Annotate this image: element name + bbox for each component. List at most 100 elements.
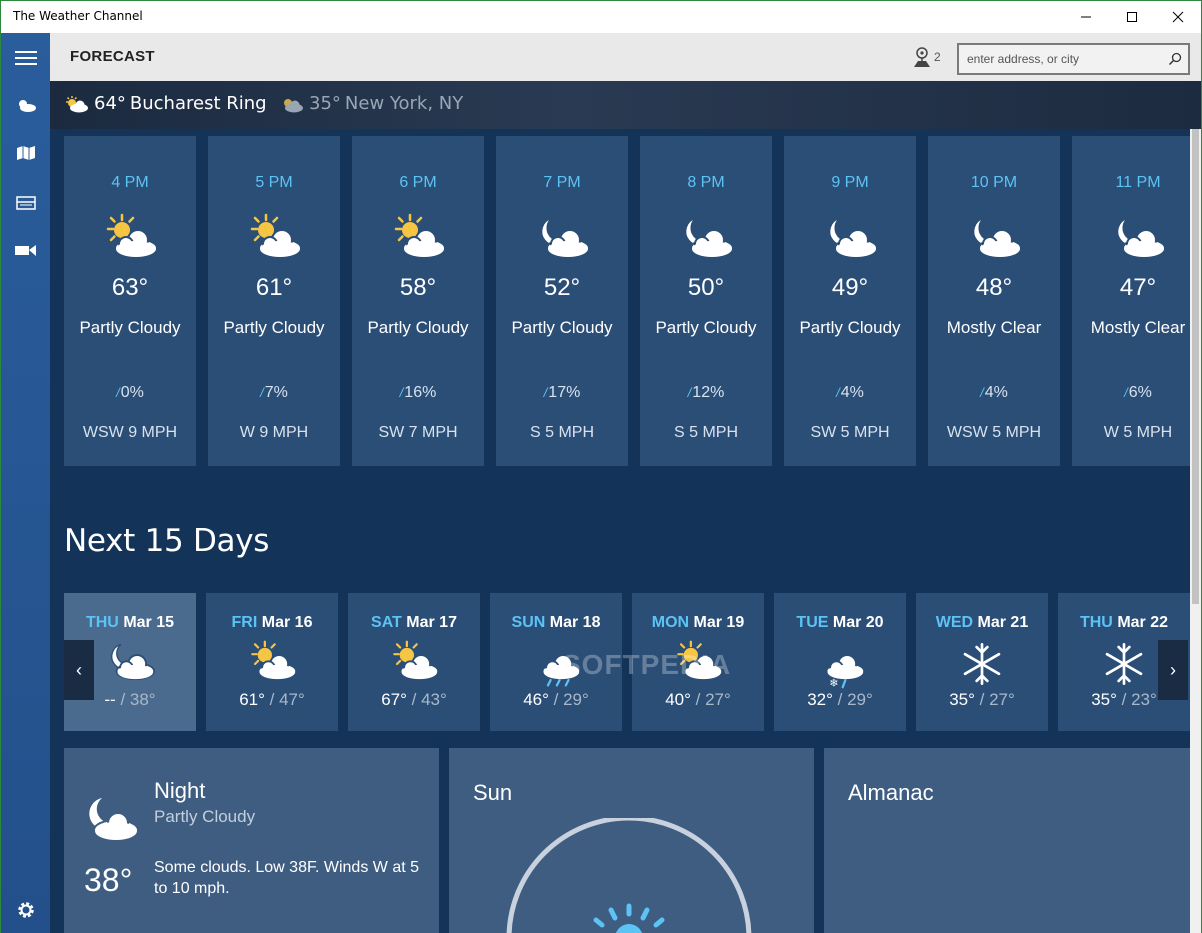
daily-card[interactable]: FRI Mar 16 61° / 47°	[206, 593, 338, 731]
location-tab-inactive[interactable]: 35° New York, NY	[279, 93, 463, 114]
temp-separator: /	[1116, 690, 1132, 709]
hour-icon	[102, 212, 158, 273]
hourly-card[interactable]: 7 PM 52° Partly Cloudy/17% S 5 MPH	[496, 136, 628, 466]
prev-days-button[interactable]: ‹	[64, 640, 94, 700]
hour-temp: 61°	[255, 274, 293, 301]
next-days-button[interactable]: ›	[1158, 640, 1188, 700]
location-name: Bucharest Ring	[129, 93, 267, 114]
day-low: 38°	[129, 690, 156, 709]
daily-card[interactable]: TUE Mar 20 ❄ 32° / 29°	[774, 593, 906, 731]
search-input[interactable]	[967, 49, 1157, 69]
day-icon: ❄	[815, 639, 865, 694]
raindrop-icon: /	[836, 385, 840, 400]
hour-condition: Partly Cloudy	[223, 318, 325, 337]
day-low: 23°	[1131, 690, 1157, 709]
sidebar-item-maps[interactable]	[1, 133, 50, 173]
vertical-scrollbar[interactable]	[1190, 129, 1201, 933]
hour-temp: 52°	[543, 274, 581, 301]
hourly-card[interactable]: 6 PM 58° Partly Cloudy/16% SW 7 MPH	[352, 136, 484, 466]
temp-separator: /	[690, 690, 706, 709]
day-label: THU Mar 22	[1058, 614, 1190, 632]
hour-condition: Partly Cloudy	[79, 318, 181, 337]
hour-wind: SW 7 MPH	[378, 424, 458, 441]
sidebar	[1, 33, 50, 933]
day-date: Mar 16	[261, 614, 313, 631]
hourly-card[interactable]: 9 PM 49° Partly Cloudy/4% SW 5 MPH	[784, 136, 916, 466]
sun-arc-graphic	[506, 818, 752, 933]
search-box[interactable]	[957, 43, 1190, 75]
day-low: 43°	[421, 690, 447, 709]
hour-condition: Partly Cloudy	[367, 318, 469, 337]
day-label: SUN Mar 18	[490, 614, 622, 632]
close-icon	[1172, 11, 1184, 23]
sidebar-item-forecast[interactable]	[1, 85, 50, 125]
minimize-button[interactable]	[1063, 1, 1109, 33]
rain-icon	[541, 654, 581, 687]
mostly-clear-night-icon	[972, 217, 1022, 258]
hour-time: 10 PM	[970, 174, 1018, 191]
day-date: Mar 21	[977, 614, 1029, 631]
hourly-card[interactable]: 5 PM 61° Partly Cloudy/7% W 9 MPH	[208, 136, 340, 466]
hour-wind: WSW 5 MPH	[946, 424, 1042, 441]
hourly-card[interactable]: 11 PM 47° Mostly Clear/6% W 5 MPH	[1072, 136, 1190, 466]
daily-card[interactable]: SAT Mar 17 67° / 43°	[348, 593, 480, 731]
day-low: 47°	[279, 690, 305, 709]
daily-card[interactable]: SUN Mar 18 46° / 29°	[490, 593, 622, 731]
day-temps: 46° / 29°	[490, 690, 622, 710]
day-temps: 67° / 43°	[348, 690, 480, 710]
hour-precip: /16%	[352, 384, 484, 402]
hour-time: 11 PM	[1115, 174, 1161, 191]
hour-precip-value: 7%	[264, 384, 288, 401]
location-temp: 35°	[309, 93, 341, 114]
hamburger-menu-button[interactable]	[1, 37, 50, 77]
temp-separator: /	[406, 690, 422, 709]
sidebar-item-news[interactable]	[1, 183, 50, 223]
search-icon[interactable]	[1168, 52, 1182, 66]
sidebar-item-video[interactable]	[1, 230, 50, 270]
scrollbar-thumb[interactable]	[1192, 129, 1199, 604]
partly-cloudy-day-icon	[250, 213, 302, 258]
settings-button[interactable]	[1, 890, 50, 930]
night-title: Night	[154, 778, 206, 803]
close-button[interactable]	[1155, 1, 1201, 33]
location-pin-icon	[914, 47, 930, 67]
daily-card[interactable]: WED Mar 21 35° / 27°	[916, 593, 1048, 731]
hourly-card[interactable]: 8 PM 50° Partly Cloudy/12% S 5 MPH	[640, 136, 772, 466]
daily-card[interactable]: MON Mar 19 40° / 27°	[632, 593, 764, 731]
saved-locations-button[interactable]: 2	[912, 45, 941, 69]
location-tab-active[interactable]: 64° Bucharest Ring	[64, 93, 267, 114]
day-temps: 40° / 27°	[632, 690, 764, 710]
day-of-week: THU	[85, 614, 119, 631]
night-condition: Partly Cloudy	[154, 807, 256, 826]
hourly-card[interactable]: 4 PM 63° Partly Cloudy/0% WSW 9 MPH	[64, 136, 196, 466]
hourly-card[interactable]: 10 PM 48° Mostly Clear/4% WSW 5 MPH	[928, 136, 1060, 466]
hour-icon	[678, 212, 734, 273]
partly-cloudy-night-icon	[684, 217, 734, 258]
partly-cloudy-day-icon	[251, 640, 297, 681]
day-of-week: WED	[935, 614, 974, 631]
hour-wind: WSW 9 MPH	[82, 424, 178, 441]
hour-icon	[966, 212, 1022, 273]
day-icon	[531, 639, 581, 694]
day-icon	[389, 639, 439, 694]
hour-precip: /4%	[928, 384, 1060, 402]
hour-time: 5 PM	[255, 174, 293, 191]
maximize-button[interactable]	[1109, 1, 1155, 33]
temp-separator: /	[548, 690, 564, 709]
raindrop-icon: /	[543, 385, 548, 400]
day-icon	[105, 639, 155, 694]
day-label: MON Mar 19	[632, 614, 764, 632]
night-temp: 38°	[84, 862, 133, 898]
day-label: SAT Mar 17	[348, 614, 480, 632]
day-label: THU Mar 15	[64, 614, 196, 632]
hour-temp: 48°	[975, 274, 1013, 301]
hour-wind: W 9 MPH	[239, 424, 309, 441]
sun-panel: Sun	[449, 748, 814, 933]
day-of-week: THU	[1079, 614, 1113, 631]
day-temps: 35° / 27°	[916, 690, 1048, 710]
day-high: 35°	[949, 690, 975, 709]
raindrop-icon: /	[116, 385, 120, 400]
hour-time: 7 PM	[543, 174, 581, 191]
day-high: 40°	[665, 690, 691, 709]
temp-separator: /	[115, 690, 130, 709]
